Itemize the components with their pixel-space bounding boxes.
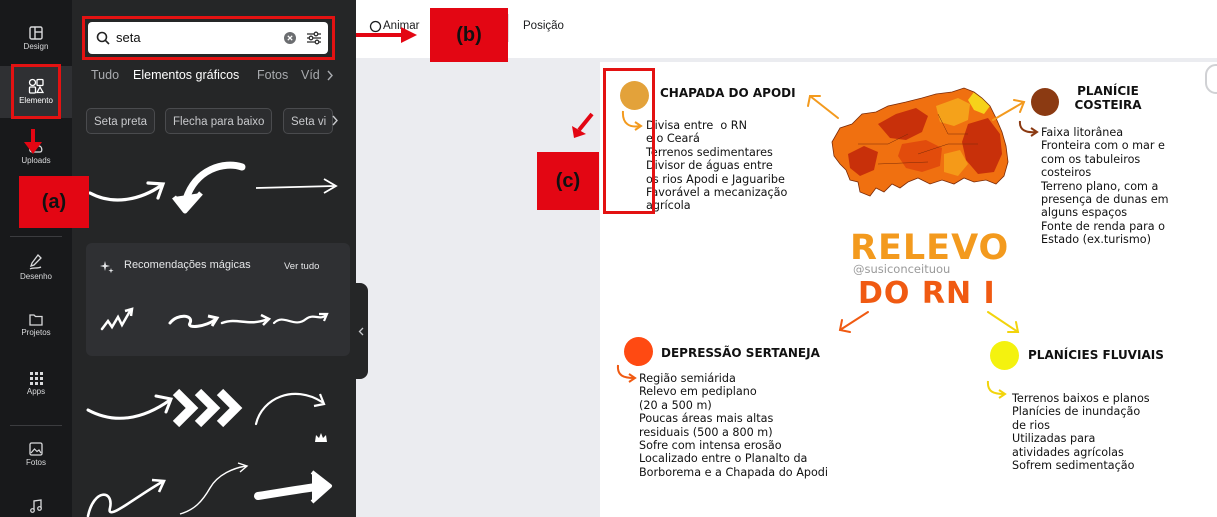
arrow-graphic[interactable] <box>254 470 332 504</box>
curved-arrow-icon <box>1018 120 1039 137</box>
folder-icon <box>29 314 43 326</box>
arrow-graphic[interactable] <box>168 314 220 328</box>
infographic-canvas[interactable]: CHAPADA DO APODI Divisa entre o RN e o C… <box>600 62 1217 517</box>
music-icon <box>30 499 42 513</box>
fluviais-title: PLANÍCIES FLUVIAIS <box>1028 348 1164 362</box>
depressao-title: DEPRESSÃO SERTANEJA <box>661 346 820 360</box>
annotation-b: (b) <box>430 8 508 62</box>
layout-icon <box>29 26 43 40</box>
rail-label: Fotos <box>25 458 46 467</box>
premium-crown-icon <box>315 433 327 442</box>
arrow-graphic[interactable] <box>100 307 134 331</box>
annotation-arrow-diagonal <box>572 112 594 138</box>
arrow-graphic[interactable] <box>220 313 272 326</box>
image-icon <box>29 442 43 456</box>
rail-apps[interactable]: Apps <box>0 372 72 396</box>
rail-audio[interactable] <box>0 499 72 515</box>
tab-fotos[interactable]: Fotos <box>257 68 288 82</box>
rail-divider <box>10 236 62 237</box>
planicie-title: PLANÍCIE COSTEIRA <box>1074 84 1142 112</box>
annotation-a: (a) <box>19 176 89 228</box>
highlight-elemento <box>11 64 61 119</box>
sparkle-icon <box>100 261 114 274</box>
depressao-dot <box>624 337 653 366</box>
pen-icon <box>29 254 42 270</box>
see-all-link[interactable]: Ver tudo <box>284 261 319 272</box>
arrow-graphics-row <box>86 388 326 428</box>
planicie-body: Faixa litorânea Fronteira com o mar e co… <box>1041 126 1169 247</box>
author-handle: @susiconceituou <box>853 262 951 276</box>
canvas-edge-control[interactable] <box>1205 64 1217 94</box>
rail-fotos[interactable]: Fotos <box>0 442 72 467</box>
magic-arrows <box>100 307 329 331</box>
chevron-left-icon <box>358 327 364 336</box>
chip-flecha-para-baixo[interactable]: Flecha para baixo <box>165 108 273 134</box>
rail-label: Desenho <box>19 272 53 281</box>
fluviais-dot <box>990 341 1019 370</box>
arrow-graphic[interactable] <box>272 312 329 325</box>
annotation-arrow-right <box>356 27 417 43</box>
do-rn-title: DO RN I <box>858 276 996 311</box>
magic-title: Recomendações mágicas <box>124 259 251 271</box>
position-button[interactable]: Posição <box>523 20 564 32</box>
rail-label: Projetos <box>21 328 51 337</box>
arrow-graphic[interactable] <box>254 392 326 426</box>
magic-recommendations: Recomendações mágicas Ver tudo <box>86 243 350 356</box>
rail-label: Design <box>23 42 49 51</box>
planicie-dot <box>1031 88 1059 116</box>
arrow-graphic[interactable] <box>255 178 338 194</box>
rail-projetos[interactable]: Projetos <box>0 313 72 337</box>
tab-videos[interactable]: Víd <box>301 68 323 82</box>
tab-tudo[interactable]: Tudo <box>91 68 119 82</box>
arrow-graphic[interactable] <box>172 388 243 428</box>
chevron-right-icon[interactable] <box>326 70 334 81</box>
annotation-arrow-down <box>24 129 42 154</box>
rail-divider <box>10 425 62 426</box>
highlight-search <box>82 16 335 60</box>
arrow-graphic[interactable] <box>172 161 246 214</box>
rail-desenho[interactable]: Desenho <box>0 254 72 281</box>
arrow-graphics-row <box>86 462 332 517</box>
collapse-panel-handle[interactable] <box>355 283 368 379</box>
tab-elementos-graficos[interactable]: Elementos gráficos <box>133 68 239 82</box>
highlight-canvas-element <box>603 68 655 214</box>
chevron-right-icon[interactable] <box>331 115 339 126</box>
rail-label: Uploads <box>21 156 51 165</box>
fluviais-body: Terrenos baixos e planos Planícies de in… <box>1012 392 1150 473</box>
toolbar-divider <box>508 14 509 42</box>
arrow-graphic[interactable] <box>88 181 166 202</box>
rail-label: Apps <box>26 387 46 396</box>
arrow-graphic[interactable] <box>179 462 249 515</box>
chip-seta-vi[interactable]: Seta vi <box>283 108 333 134</box>
chip-seta-preta[interactable]: Seta preta <box>86 108 156 134</box>
rail-design[interactable]: Design <box>0 26 72 51</box>
arrow-graphic[interactable] <box>86 394 174 420</box>
curved-arrow-icon <box>986 380 1007 399</box>
arrow-graphic[interactable] <box>86 478 166 517</box>
grid-icon <box>29 372 43 385</box>
depressao-body: Região semiárida Relevo em pediplano (20… <box>639 372 829 479</box>
curved-arrow-icon <box>616 364 637 383</box>
arrow-graphics-row <box>88 161 338 214</box>
annotation-c: (c) <box>537 152 599 210</box>
